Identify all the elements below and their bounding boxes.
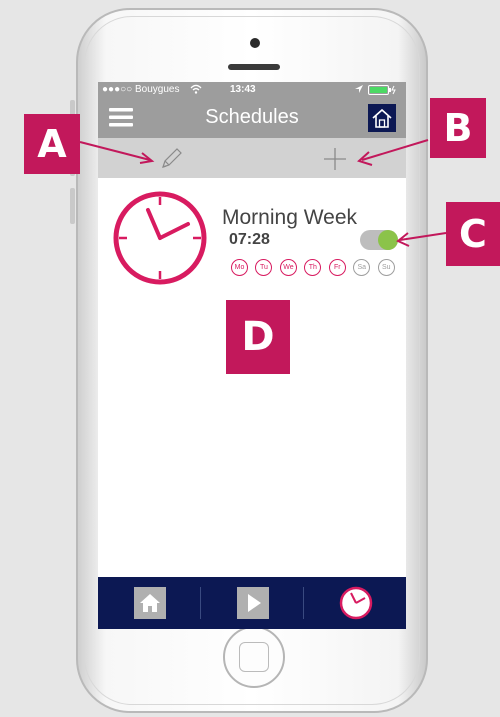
plus-icon[interactable]: [322, 146, 348, 177]
tab-scenes[interactable]: [201, 577, 303, 629]
page-title: Schedules: [205, 106, 299, 128]
day-saturday: Sa: [353, 259, 371, 276]
clock-time: 13:43: [230, 84, 256, 95]
callout-b: B: [430, 98, 486, 158]
status-bar: ●●●○○ Bouygues 13:43: [98, 82, 406, 98]
toolbar: [98, 138, 406, 178]
tab-home[interactable]: [98, 577, 200, 629]
schedule-toggle[interactable]: [360, 230, 398, 250]
callout-d: D: [226, 300, 290, 374]
carrier-label: ●●●○○ Bouygues: [102, 84, 180, 95]
toggle-knob: [378, 230, 398, 250]
play-icon: [237, 587, 269, 624]
nav-bar: Schedules: [98, 98, 406, 138]
day-wednesday: We: [279, 259, 297, 276]
front-camera: [250, 38, 260, 48]
callout-a: A: [24, 114, 80, 174]
day-monday: Mo: [231, 259, 248, 276]
day-thursday: Th: [304, 259, 322, 276]
callout-c: C: [446, 202, 500, 266]
day-list: Mo Tu We Th Fr Sa Su: [231, 256, 398, 276]
clock-icon: [338, 585, 374, 626]
schedule-time: 07:28: [229, 231, 270, 248]
day-tuesday: Tu: [255, 259, 273, 276]
wifi-icon: [190, 83, 202, 98]
volume-down-button: [70, 188, 75, 224]
earpiece-speaker: [228, 64, 280, 70]
home-icon: [134, 587, 166, 624]
tab-bar: [98, 577, 406, 629]
schedule-name: Morning Week: [222, 206, 358, 229]
schedule-item[interactable]: Morning Week 07:28 Mo Tu We Th Fr Sa Su: [98, 178, 406, 285]
battery-icon: [368, 85, 398, 98]
clock-icon: [108, 186, 212, 295]
tab-schedules[interactable]: [304, 577, 406, 629]
home-button[interactable]: [223, 626, 285, 688]
day-sunday: Su: [377, 259, 395, 276]
home-nav-icon[interactable]: [368, 104, 396, 137]
pencil-icon[interactable]: [158, 146, 184, 177]
day-friday: Fr: [328, 259, 346, 276]
location-icon: [354, 84, 364, 97]
